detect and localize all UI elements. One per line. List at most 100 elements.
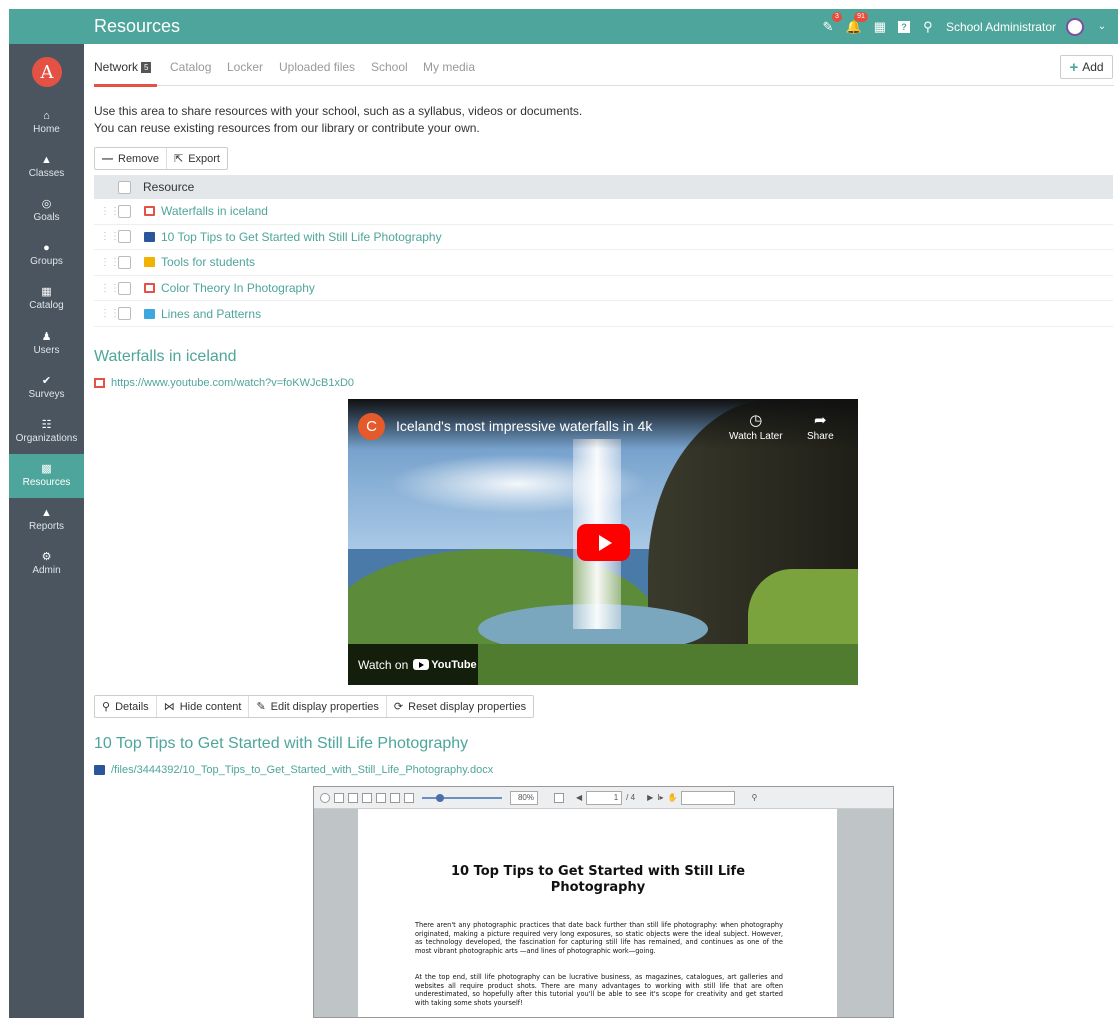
row-checkbox[interactable] <box>118 255 131 269</box>
tab-my-media[interactable]: My media <box>423 60 475 74</box>
video-title[interactable]: Iceland's most impressive waterfalls in … <box>396 418 652 434</box>
drag-handle-icon[interactable]: ⋮⋮ <box>100 231 120 242</box>
sidebar-item-classes[interactable]: ▲ Classes <box>9 144 84 188</box>
share-button[interactable]: ➦ Share <box>807 411 834 442</box>
table-row: ⋮⋮ Color Theory In Photography <box>94 276 1113 302</box>
notifications-icon[interactable]: 🔔 91 <box>846 11 868 35</box>
user-name[interactable]: School Administrator <box>946 20 1056 34</box>
viewer-two-page-icon[interactable] <box>348 792 358 803</box>
sidebar-item-label: Groups <box>30 256 63 268</box>
sidebar-item-admin[interactable]: ⚙ Admin <box>9 542 84 586</box>
details-button[interactable]: ⚲ Details <box>95 696 156 717</box>
app-logo[interactable]: A <box>32 57 62 87</box>
viewer-grid-icon[interactable] <box>362 792 372 803</box>
edit-display-label: Edit display properties <box>270 700 379 713</box>
play-button[interactable] <box>577 524 630 561</box>
section-title-video: Waterfalls in iceland <box>94 348 237 365</box>
tab-uploaded-files[interactable]: Uploaded files <box>279 60 355 74</box>
drag-handle-icon[interactable]: ⋮⋮ <box>100 257 120 268</box>
sidebar-item-label: Users <box>33 344 60 356</box>
viewer-fullscreen-icon[interactable] <box>554 792 564 803</box>
search-icon[interactable]: ⚲ <box>920 19 936 35</box>
viewer-single-page-icon[interactable] <box>334 792 344 803</box>
sidebar-item-home[interactable]: ⌂ Home <box>9 100 84 144</box>
remove-button[interactable]: — Remove <box>95 148 166 169</box>
tab-network[interactable]: Network 5 <box>94 60 152 74</box>
viewer-search-icon[interactable]: ⚲ <box>751 793 757 802</box>
next-page-icon[interactable]: ▶ <box>647 793 653 802</box>
sidebar-item-surveys[interactable]: ✔ Surveys <box>9 365 84 409</box>
watch-later-button[interactable]: ◷ Watch Later <box>729 411 783 442</box>
drag-handle-icon[interactable]: ⋮⋮ <box>100 283 120 294</box>
add-button[interactable]: + Add <box>1060 55 1113 79</box>
tab-count-badge: 5 <box>141 62 152 73</box>
video-url-link[interactable]: https://www.youtube.com/watch?v=foKWJcB1… <box>94 377 354 389</box>
page-number-field[interactable]: 1 <box>586 790 623 805</box>
viewer-search-input[interactable] <box>681 790 736 805</box>
row-checkbox[interactable] <box>118 230 131 244</box>
classes-icon: ▲ <box>41 153 52 166</box>
video-icon <box>144 206 155 217</box>
video-icon <box>144 283 155 294</box>
organizations-icon: ☷ <box>41 418 52 431</box>
intro-line-1: Use this area to share resources with yo… <box>94 104 583 118</box>
page-total: / 4 <box>626 793 636 802</box>
tab-school[interactable]: School <box>371 60 408 74</box>
chevron-down-icon[interactable]: ⌄ <box>1094 19 1110 35</box>
viewer-print-page-icon[interactable] <box>404 792 414 803</box>
resource-link[interactable]: Tools for students <box>161 255 255 269</box>
app-frame: Resources ✎ 3 🔔 91 ▦ ? ⚲ School Administra… <box>9 9 1118 1018</box>
users-icon: ♟ <box>41 330 52 343</box>
hide-content-label: Hide content <box>179 700 242 713</box>
tab-locker[interactable]: Locker <box>227 60 263 74</box>
watch-on-youtube-button[interactable]: Watch on YouTube <box>348 644 478 685</box>
channel-avatar[interactable]: C <box>358 413 385 440</box>
catalog-icon: ▦ <box>41 286 52 299</box>
calendar-icon[interactable]: ▦ <box>872 19 888 35</box>
viewer-fit-width-icon[interactable] <box>376 792 386 803</box>
resource-link[interactable]: Color Theory In Photography <box>161 281 315 295</box>
reset-icon: ⟳ <box>393 701 404 713</box>
zoom-field[interactable]: 80% <box>510 790 538 805</box>
document-path-link[interactable]: /files/3444392/10_Top_Tips_to_Get_Starte… <box>94 764 493 776</box>
reset-display-button[interactable]: ⟳ Reset display properties <box>385 696 533 717</box>
row-checkbox[interactable] <box>118 307 131 321</box>
sidebar-item-label: Surveys <box>28 388 65 400</box>
tab-label: Network <box>94 60 139 74</box>
text-select-icon[interactable]: I▸ <box>657 793 663 802</box>
export-button[interactable]: ⇱ Export <box>165 148 227 169</box>
row-checkbox[interactable] <box>118 281 131 295</box>
sidebar-item-resources[interactable]: ▩ Resources <box>9 453 84 498</box>
drag-handle-icon[interactable]: ⋮⋮ <box>100 206 120 217</box>
resource-link[interactable]: Lines and Patterns <box>161 307 261 321</box>
export-icon: ⇱ <box>173 153 184 165</box>
sidebar-item-reports[interactable]: ▲ Reports <box>9 498 84 542</box>
viewer-print-icon[interactable] <box>320 792 330 803</box>
edit-display-button[interactable]: ✎ Edit display properties <box>248 696 385 717</box>
avatar[interactable] <box>1066 17 1084 36</box>
sidebar-item-users[interactable]: ♟ Users <box>9 321 84 365</box>
assignments-icon[interactable]: ✎ 3 <box>820 11 842 35</box>
sidebar-item-groups[interactable]: ● Groups <box>9 233 84 277</box>
help-icon[interactable]: ? <box>897 20 910 33</box>
drag-handle-icon[interactable]: ⋮⋮ <box>100 308 120 319</box>
pan-icon[interactable]: ✋ <box>667 793 677 802</box>
prev-page-icon[interactable]: ◀ <box>576 793 582 802</box>
select-all-checkbox[interactable] <box>118 180 131 194</box>
collapse-icon: ⋈ <box>163 701 175 713</box>
resource-link[interactable]: 10 Top Tips to Get Started with Still Li… <box>161 230 442 244</box>
sidebar-item-catalog[interactable]: ▦ Catalog <box>9 277 84 321</box>
viewer-download-icon[interactable] <box>390 792 400 803</box>
zoom-slider[interactable] <box>422 793 502 802</box>
table-row: ⋮⋮ 10 Top Tips to Get Started with Still… <box>94 225 1113 251</box>
row-checkbox[interactable] <box>118 204 131 218</box>
document-viewer: 80% ◀ 1 / 4 ▶ I▸ ✋ ⚲ 10 Top Tips to Get … <box>313 786 894 1018</box>
sidebar-item-organizations[interactable]: ☷ Organizations <box>9 409 84 453</box>
resource-table: Resource ⋮⋮ Waterfalls in iceland ⋮⋮ 10 … <box>94 175 1113 327</box>
video-embed[interactable]: C Iceland's most impressive waterfalls i… <box>348 399 858 685</box>
sidebar-item-goals[interactable]: ◎ Goals <box>9 188 84 232</box>
assignments-badge: 3 <box>832 11 842 22</box>
hide-content-button[interactable]: ⋈ Hide content <box>155 696 249 717</box>
resource-link[interactable]: Waterfalls in iceland <box>161 204 268 218</box>
tab-catalog[interactable]: Catalog <box>170 60 211 74</box>
